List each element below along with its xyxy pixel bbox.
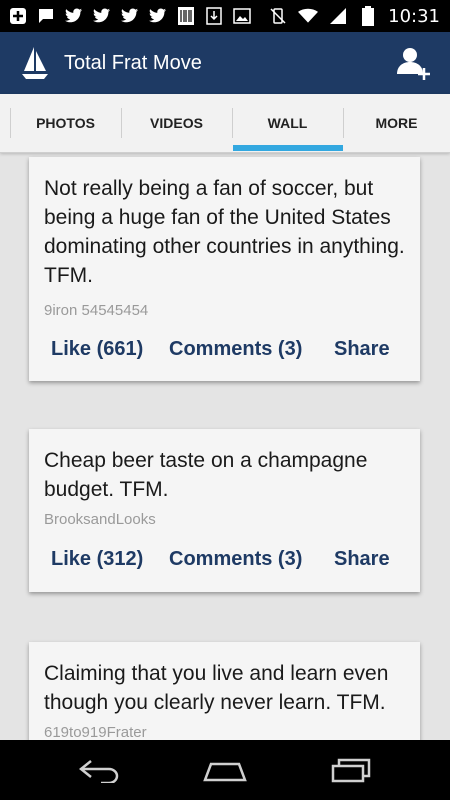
post-text: Claiming that you live and learn even th… (44, 662, 389, 714)
signal-icon (328, 6, 348, 26)
system-icons: 10:31 (268, 6, 450, 27)
app-title: Total Frat Move (64, 51, 202, 74)
post-card: Claiming that you live and learn even th… (29, 642, 420, 740)
sailboat-icon[interactable] (20, 45, 50, 81)
tab-wall[interactable]: WALL (232, 94, 343, 152)
twitter-icon (92, 6, 112, 26)
image-icon (232, 6, 252, 26)
wifi-icon (298, 6, 319, 26)
post-card: Not really being a fan of soccer, but be… (29, 157, 420, 381)
add-user-icon[interactable] (394, 44, 432, 82)
twitter-icon (64, 6, 84, 26)
status-bar: 10:31 (0, 0, 450, 32)
wall-feed[interactable]: Not really being a fan of soccer, but be… (0, 152, 450, 740)
share-button[interactable]: Share (334, 548, 390, 571)
post-actions: Like (312) Comments (3) Share (29, 548, 420, 576)
like-button[interactable]: Like (661) (51, 338, 143, 361)
post-card: Cheap beer taste on a champagne budget. … (29, 429, 420, 592)
post-text: Cheap beer taste on a champagne budget. … (44, 449, 368, 501)
vibrate-off-icon (268, 6, 288, 26)
post-author: BrooksandLooks (44, 511, 156, 528)
like-button[interactable]: Like (312) (51, 548, 143, 571)
tab-more[interactable]: MORE (343, 94, 450, 152)
app-bar: Total Frat Move (0, 32, 450, 94)
comments-button[interactable]: Comments (3) (169, 338, 302, 361)
post-author: 619to919Frater (44, 724, 147, 740)
twitter-icon (148, 6, 168, 26)
notification-icons (0, 6, 252, 26)
chat-icon (36, 6, 56, 26)
selected-tab-indicator (233, 145, 343, 151)
back-icon[interactable] (55, 740, 145, 800)
navigation-bar (0, 740, 450, 800)
comments-button[interactable]: Comments (3) (169, 548, 302, 571)
post-author: 9iron 54545454 (44, 302, 149, 319)
battery-icon (358, 6, 378, 26)
tab-photos[interactable]: PHOTOS (10, 94, 121, 152)
post-actions: Like (661) Comments (3) Share (29, 338, 420, 366)
tab-bar: PHOTOS VIDEOS WALL MORE (0, 94, 450, 153)
share-button[interactable]: Share (334, 338, 390, 361)
post-text: Not really being a fan of soccer, but be… (44, 177, 405, 287)
barcode-icon (176, 6, 196, 26)
recents-icon[interactable] (306, 740, 396, 800)
clock: 10:31 (388, 5, 440, 27)
twitter-icon (120, 6, 140, 26)
add-icon (8, 6, 28, 26)
download-icon (204, 6, 224, 26)
home-icon[interactable] (180, 740, 270, 800)
tab-videos[interactable]: VIDEOS (121, 94, 232, 152)
